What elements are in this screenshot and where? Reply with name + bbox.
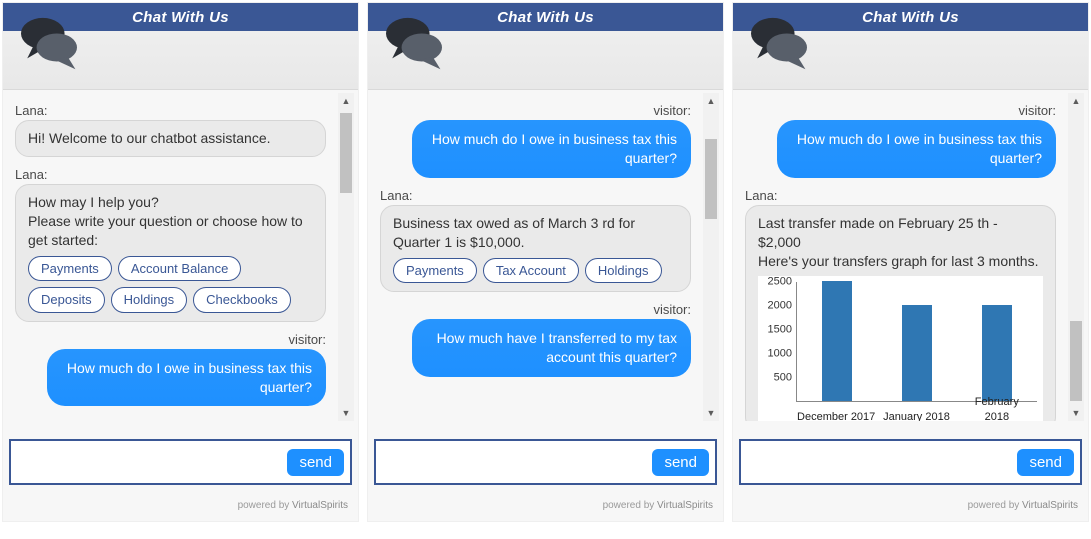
message-input-bar: send [374,439,717,485]
sender-label-bot: Lana: [745,188,1076,203]
visitor-message-text: How much have I transferred to my tax ac… [437,330,677,365]
scroll-down-arrow-icon[interactable]: ▼ [703,405,719,421]
bot-message-text: Last transfer made on February 25 th - $… [758,215,1038,269]
visitor-message-text: How much do I owe in business tax this q… [432,131,677,166]
message-input-bar: send [9,439,352,485]
header-strip [368,31,723,90]
chip-holdings[interactable]: Holdings [585,258,662,284]
sender-label-bot: Lana: [380,188,711,203]
scroll-up-arrow-icon[interactable]: ▲ [1068,93,1084,109]
scrollbar-thumb[interactable] [340,113,352,193]
scrollbar-track[interactable] [703,109,719,405]
visitor-message-text: How much do I owe in business tax this q… [67,360,312,395]
chat-bubbles-icon [739,7,819,77]
powered-prefix: powered by [238,500,292,511]
powered-brand[interactable]: VirtualSpirits [292,500,348,511]
widget-title: Chat With Us [497,9,594,26]
bot-message-text: Business tax owed as of March 3 rd for Q… [393,215,635,250]
widget-title: Chat With Us [132,9,229,26]
chart-y-tick: 1000 [758,347,792,362]
chip-holdings[interactable]: Holdings [111,287,188,313]
visitor-message: How much do I owe in business tax this q… [777,120,1056,178]
scrollbar-thumb[interactable] [1070,321,1082,401]
powered-brand[interactable]: VirtualSpirits [657,500,713,511]
chat-widget-1: Chat With Us Lana: Hi! Welcome to our ch… [2,2,359,522]
chat-scroll-area[interactable]: Lana: Hi! Welcome to our chatbot assista… [7,93,354,421]
send-button[interactable]: send [1017,449,1074,476]
chat-widget-3: Chat With Us visitor: How much do I owe … [732,2,1089,522]
sender-label-bot: Lana: [15,167,346,182]
bot-message-text: Hi! Welcome to our chatbot assistance. [28,130,271,146]
visitor-message: How much have I transferred to my tax ac… [412,319,691,377]
scrollbar-track[interactable] [1068,109,1084,405]
chart-x-tick: February 2018 [974,395,1020,421]
bot-message: Last transfer made on February 25 th - $… [745,205,1056,421]
widget-title: Chat With Us [862,9,959,26]
bot-message: How may I help you? Please write your qu… [15,184,326,322]
scroll-down-arrow-icon[interactable]: ▼ [1068,405,1084,421]
quick-reply-chips: Payments Account Balance Deposits Holdin… [28,256,313,313]
sender-label-visitor: visitor: [380,302,711,317]
send-button[interactable]: send [652,449,709,476]
chart-x-tick: January 2018 [883,410,950,421]
scrollbar-thumb[interactable] [705,139,717,219]
chip-payments[interactable]: Payments [28,256,112,282]
bot-message-text: How may I help you? Please write your qu… [28,194,303,248]
powered-by: powered by VirtualSpirits [238,500,348,511]
send-button[interactable]: send [287,449,344,476]
scrollbar[interactable]: ▲ ▼ [338,93,354,421]
chat-bubbles-icon [9,7,89,77]
scrollbar[interactable]: ▲ ▼ [1068,93,1084,421]
chart-y-tick: 1500 [758,323,792,338]
chart-bar [822,281,852,401]
chart-bar [902,305,932,401]
sender-label-visitor: visitor: [745,103,1076,118]
header-strip [3,31,358,90]
powered-prefix: powered by [968,500,1022,511]
sender-label-visitor: visitor: [15,332,346,347]
chat-scroll-area[interactable]: visitor: How much do I owe in business t… [737,93,1084,421]
message-input[interactable] [382,453,652,471]
scrollbar-track[interactable] [338,109,354,405]
chip-deposits[interactable]: Deposits [28,287,105,313]
chart-bar [982,305,1012,401]
visitor-message: How much do I owe in business tax this q… [47,349,326,407]
powered-by: powered by VirtualSpirits [968,500,1078,511]
powered-brand[interactable]: VirtualSpirits [1022,500,1078,511]
powered-by: powered by VirtualSpirits [603,500,713,511]
bot-message: Business tax owed as of March 3 rd for Q… [380,205,691,292]
chip-payments[interactable]: Payments [393,258,477,284]
sender-label-bot: Lana: [15,103,346,118]
quick-reply-chips: Payments Tax Account Holdings [393,258,678,284]
scroll-down-arrow-icon[interactable]: ▼ [338,405,354,421]
chat-widget-2: Chat With Us visitor: How much do I owe … [367,2,724,522]
scrollbar[interactable]: ▲ ▼ [703,93,719,421]
header-strip [733,31,1088,90]
visitor-message-text: How much do I owe in business tax this q… [797,131,1042,166]
message-input[interactable] [17,453,287,471]
powered-prefix: powered by [603,500,657,511]
visitor-message: How much do I owe in business tax this q… [412,120,691,178]
scroll-up-arrow-icon[interactable]: ▲ [338,93,354,109]
chart-x-tick: December 2017 [797,410,875,421]
chat-bubbles-icon [374,7,454,77]
chart-y-tick: 500 [758,371,792,386]
transfers-bar-chart: 500 1000 1500 2000 2500 December 2017 January … [758,276,1043,421]
chat-scroll-area[interactable]: visitor: How much do I owe in business t… [372,93,719,421]
scroll-up-arrow-icon[interactable]: ▲ [703,93,719,109]
chip-account-balance[interactable]: Account Balance [118,256,242,282]
bot-message: Hi! Welcome to our chatbot assistance. [15,120,326,157]
chip-checkbooks[interactable]: Checkbooks [193,287,291,313]
message-input-bar: send [739,439,1082,485]
chart-y-tick: 2500 [758,275,792,290]
sender-label-visitor: visitor: [380,103,711,118]
message-input[interactable] [747,453,1017,471]
chart-y-tick: 2000 [758,299,792,314]
chart-plot-area [796,282,1037,402]
chip-tax-account[interactable]: Tax Account [483,258,579,284]
